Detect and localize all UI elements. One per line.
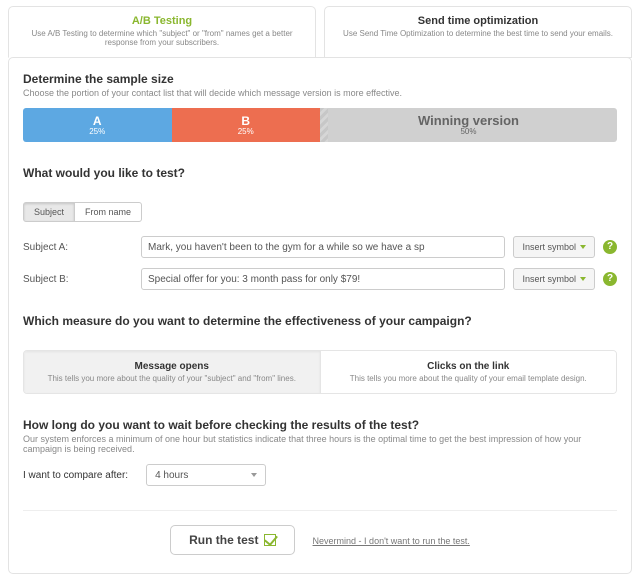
tab-send-time[interactable]: Send time optimization Use Send Time Opt… — [324, 6, 632, 58]
test-type-toggle: Subject From name — [23, 202, 142, 222]
row-subject-a: Subject A: Insert symbol ? — [23, 236, 617, 258]
seg-a-pct: 25% — [89, 128, 105, 136]
insert-symbol-b[interactable]: Insert symbol — [513, 268, 595, 290]
wait-heading: How long do you want to wait before chec… — [23, 418, 617, 432]
section-sample-size: Determine the sample size Choose the por… — [23, 72, 617, 142]
measure-clicks-title: Clicks on the link — [335, 361, 603, 372]
compare-after-select[interactable]: 4 hours — [146, 464, 266, 486]
subject-b-input[interactable] — [141, 268, 505, 290]
compare-after-value: 4 hours — [155, 470, 188, 481]
subject-b-label: Subject B: — [23, 274, 133, 285]
sample-subhead: Choose the portion of your contact list … — [23, 88, 617, 98]
tab-ab-desc: Use A/B Testing to determine which "subj… — [21, 29, 303, 47]
seg-b-pct: 25% — [238, 128, 254, 136]
ab-panel: Determine the sample size Choose the por… — [8, 57, 632, 574]
sample-seg-b[interactable]: B 25% — [172, 108, 321, 142]
seg-win-pct: 50% — [460, 128, 476, 136]
sample-seg-winning: Winning version 50% — [320, 108, 617, 142]
compare-after-label: I want to compare after: — [23, 470, 128, 481]
measure-clicks[interactable]: Clicks on the link This tells you more a… — [320, 351, 617, 393]
measure-message-opens[interactable]: Message opens This tells you more about … — [24, 351, 320, 393]
subject-a-label: Subject A: — [23, 242, 133, 253]
measure-cards: Message opens This tells you more about … — [23, 350, 617, 394]
sample-size-slider[interactable]: A 25% B 25% Winning version 50% — [23, 108, 617, 142]
run-test-button[interactable]: Run the test — [170, 525, 295, 555]
cancel-link[interactable]: Nevermind - I don't want to run the test… — [313, 536, 470, 546]
check-icon — [264, 534, 276, 546]
footer: Run the test Nevermind - I don't want to… — [23, 510, 617, 555]
measure-opens-desc: This tells you more about the quality of… — [38, 374, 306, 383]
wait-subhead: Our system enforces a minimum of one hou… — [23, 434, 617, 454]
toggle-subject[interactable]: Subject — [23, 202, 75, 222]
measure-clicks-desc: This tells you more about the quality of… — [335, 374, 603, 383]
sample-heading: Determine the sample size — [23, 72, 617, 86]
tab-ab-testing[interactable]: A/B Testing Use A/B Testing to determine… — [8, 6, 316, 58]
toggle-from-name[interactable]: From name — [74, 202, 142, 222]
measure-opens-title: Message opens — [38, 361, 306, 372]
measure-heading: Which measure do you want to determine t… — [23, 314, 617, 328]
seg-win-label: Winning version — [418, 114, 519, 127]
row-subject-b: Subject B: Insert symbol ? — [23, 268, 617, 290]
top-tabs: A/B Testing Use A/B Testing to determine… — [0, 0, 640, 58]
tab-sto-title: Send time optimization — [337, 15, 619, 27]
sample-seg-a[interactable]: A 25% — [23, 108, 172, 142]
seg-b-label: B — [241, 115, 250, 127]
test-heading: What would you like to test? — [23, 166, 617, 180]
help-icon[interactable]: ? — [603, 272, 617, 286]
run-test-label: Run the test — [189, 533, 258, 547]
help-icon[interactable]: ? — [603, 240, 617, 254]
section-what-to-test: What would you like to test? Subject Fro… — [23, 166, 617, 290]
tab-ab-title: A/B Testing — [21, 15, 303, 27]
seg-a-label: A — [93, 115, 102, 127]
wait-row: I want to compare after: 4 hours — [23, 464, 617, 486]
section-wait-time: How long do you want to wait before chec… — [23, 418, 617, 486]
tab-sto-desc: Use Send Time Optimization to determine … — [337, 29, 619, 38]
subject-a-input[interactable] — [141, 236, 505, 258]
section-measure: Which measure do you want to determine t… — [23, 314, 617, 394]
insert-symbol-a[interactable]: Insert symbol — [513, 236, 595, 258]
